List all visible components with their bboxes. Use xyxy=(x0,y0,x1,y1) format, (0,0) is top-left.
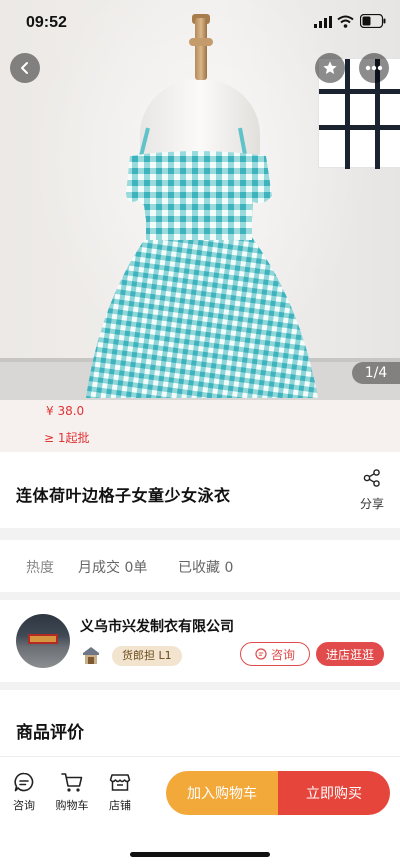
share-button[interactable]: 分享 xyxy=(352,469,392,512)
home-indicator xyxy=(130,852,270,857)
consult-label: 咨询 xyxy=(270,647,295,662)
status-bar: 09:52 xyxy=(0,0,400,44)
tab-shop-label: 店铺 xyxy=(109,799,131,812)
visit-shop-button[interactable]: 进店逛逛 xyxy=(316,642,384,666)
min-order: ≥ 1起批 xyxy=(44,431,90,445)
reviews-section: 商品评价 xyxy=(0,690,400,760)
product-title: 连体荷叶边格子女童少女泳衣 xyxy=(16,486,231,505)
share-label: 分享 xyxy=(359,497,384,511)
cart-icon xyxy=(61,773,83,792)
tab-consult[interactable]: 咨询 xyxy=(4,771,44,813)
tab-shop[interactable]: 店铺 xyxy=(100,771,140,813)
shop-avatar[interactable] xyxy=(16,614,70,668)
tab-cart-label: 购物车 xyxy=(55,799,89,812)
title-card: 连体荷叶边格子女童少女泳衣 分享 xyxy=(0,452,400,528)
consult-button[interactable]: 咨询 xyxy=(240,642,310,666)
image-pager: 1/4 xyxy=(352,362,400,384)
tab-consult-label: 咨询 xyxy=(13,799,35,812)
bottom-action-bar: 咨询 购物车 店铺 加入购物车 立即购买 xyxy=(0,756,400,866)
shop-name[interactable]: 义乌市兴发制衣有限公司 xyxy=(80,616,234,636)
chevron-left-icon xyxy=(21,62,28,74)
price-area: ¥ 38.0 ≥ 1起批 xyxy=(0,400,400,452)
buy-now-button[interactable]: 立即购买 xyxy=(278,771,390,815)
stat-heat: 热度 xyxy=(26,560,54,576)
signal-icon xyxy=(314,16,332,28)
shop-card[interactable]: 义乌市兴发制衣有限公司 货郎担 L1 咨询 进店逛逛 xyxy=(0,600,400,682)
battery-icon xyxy=(360,14,386,28)
shop-level-badge: 货郎担 L1 xyxy=(112,646,182,666)
stat-monthly-sales: 月成交 0单 xyxy=(78,560,148,576)
merchant-icon xyxy=(83,647,99,664)
chat-bubble-icon xyxy=(255,648,267,660)
back-button[interactable] xyxy=(10,53,40,83)
reviews-title: 商品评价 xyxy=(16,723,84,743)
add-to-cart-button[interactable]: 加入购物车 xyxy=(166,771,278,815)
more-button[interactable] xyxy=(359,53,389,83)
product-image[interactable]: 1/4 xyxy=(0,0,400,400)
share-icon xyxy=(363,469,380,487)
stats-row: 热度 月成交 0单 已收藏 0 xyxy=(0,540,400,592)
chat-icon xyxy=(14,772,34,792)
shop-icon xyxy=(109,774,131,791)
star-icon xyxy=(323,61,337,74)
more-dots-icon xyxy=(365,65,383,71)
tab-cart[interactable]: 购物车 xyxy=(52,771,92,813)
wifi-icon xyxy=(337,15,354,28)
price: ¥ 38.0 xyxy=(46,404,85,418)
stat-favorites: 已收藏 0 xyxy=(178,560,234,576)
favorite-button[interactable] xyxy=(315,53,345,83)
status-time: 09:52 xyxy=(26,14,67,31)
